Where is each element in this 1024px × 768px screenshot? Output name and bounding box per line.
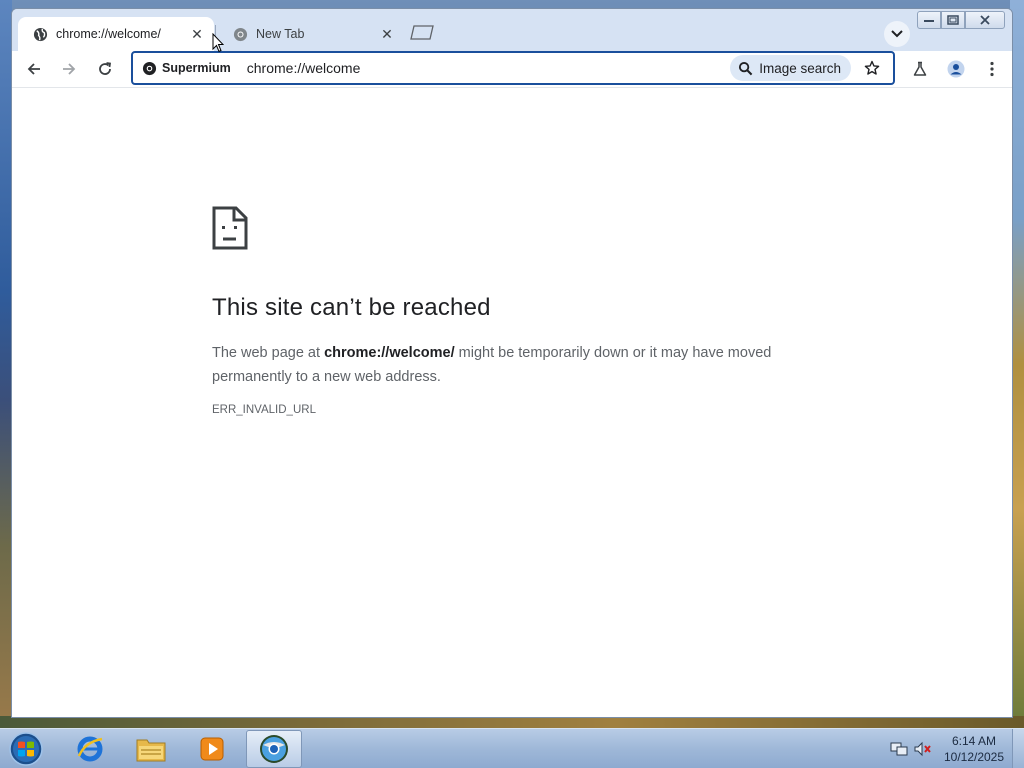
site-info-chip[interactable]: Supermium — [141, 60, 231, 76]
toolbar: Supermium Image search — [12, 51, 1012, 87]
system-clock[interactable]: 6:14 AM 10/12/2025 — [938, 733, 1010, 765]
address-bar[interactable]: Supermium Image search — [131, 51, 895, 85]
labs-flask-icon[interactable] — [906, 55, 934, 83]
file-explorer-taskbar-icon[interactable] — [123, 730, 179, 768]
tab-search-button[interactable] — [884, 21, 910, 47]
bookmark-star-icon[interactable] — [859, 55, 885, 81]
volume-muted-icon[interactable] — [914, 741, 932, 757]
reload-button[interactable] — [91, 55, 119, 83]
error-description: The web page at chrome://welcome/ might … — [212, 341, 822, 389]
back-button[interactable] — [20, 55, 48, 83]
image-search-button[interactable]: Image search — [730, 55, 851, 81]
chip-label: Supermium — [162, 61, 231, 75]
page-content: This site can’t be reached The web page … — [12, 87, 1012, 717]
tab-title: New Tab — [256, 27, 305, 41]
close-window-button[interactable] — [965, 11, 1005, 29]
network-icon[interactable] — [890, 741, 908, 757]
image-search-label: Image search — [759, 60, 841, 76]
profile-avatar-icon[interactable] — [942, 55, 970, 83]
internet-explorer-taskbar-icon[interactable] — [62, 730, 118, 768]
close-tab-icon[interactable]: ✕ — [378, 25, 396, 43]
media-player-taskbar-icon[interactable] — [184, 730, 240, 768]
supermium-taskbar-icon[interactable] — [246, 730, 302, 768]
url-input[interactable] — [246, 56, 731, 80]
error-body-prefix: The web page at — [212, 345, 325, 361]
mouse-cursor-icon — [212, 32, 225, 57]
show-desktop-button[interactable] — [1012, 729, 1024, 768]
error-code: ERR_INVALID_URL — [212, 404, 316, 416]
close-tab-icon[interactable]: ✕ — [188, 25, 206, 43]
globe-icon — [32, 26, 48, 42]
sad-page-icon — [212, 206, 248, 254]
search-icon — [738, 61, 753, 76]
minimize-button[interactable] — [917, 11, 941, 29]
clock-time: 6:14 AM — [951, 734, 997, 748]
taskbar: 6:14 AM 10/12/2025 — [0, 728, 1024, 768]
start-button[interactable] — [6, 730, 46, 768]
restore-button[interactable] — [941, 11, 965, 29]
error-title: This site can’t be reached — [212, 294, 491, 321]
tab-new-tab[interactable]: New Tab ✕ — [218, 17, 404, 51]
tab-welcome[interactable]: chrome://welcome/ ✕ — [18, 17, 214, 51]
chrome-logo-icon — [232, 26, 248, 42]
browser-window: chrome://welcome/ ✕ New Tab ✕ Supermium … — [11, 8, 1013, 718]
error-url: chrome://welcome/ — [324, 345, 455, 361]
tab-title: chrome://welcome/ — [56, 27, 161, 41]
new-tab-button[interactable] — [408, 21, 436, 43]
tab-strip: chrome://welcome/ ✕ New Tab ✕ — [12, 9, 1012, 51]
supermium-logo-icon — [141, 60, 157, 76]
forward-button[interactable] — [55, 55, 83, 83]
clock-date: 10/12/2025 — [943, 750, 1005, 764]
menu-kebab-icon[interactable] — [978, 55, 1006, 83]
